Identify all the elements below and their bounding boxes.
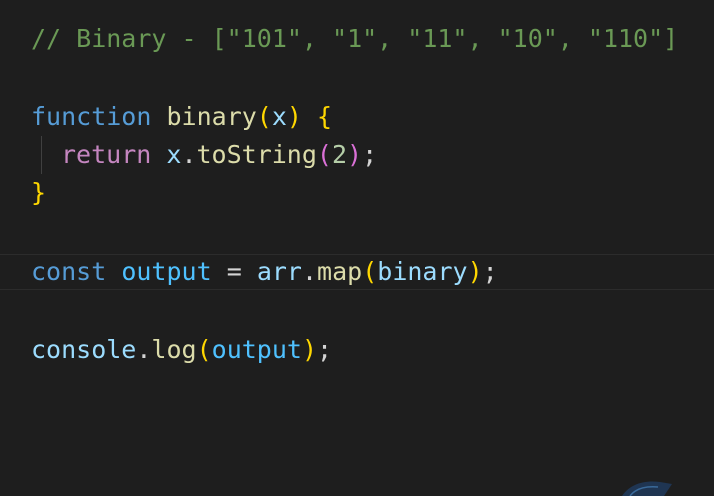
semicolon: ; [362,140,378,169]
keyword-function: function [31,102,152,131]
argument-name: binary [377,257,468,286]
code-editor[interactable]: // Binary - ["101", "1", "11", "10", "11… [0,0,714,496]
equals-operator: = [226,257,242,286]
comment-text: // Binary - ["101", "1", "11", "10", "11… [31,24,679,53]
code-line-4[interactable]: return x.toString(2); [31,136,377,174]
close-paren: ) [467,257,483,286]
keyword-const: const [31,257,107,286]
method-name: toString [196,140,317,169]
method-name: map [317,257,363,286]
constant-name: output [121,257,212,286]
semicolon: ; [317,335,333,364]
watermark-logo-icon [622,481,672,496]
close-brace: } [31,178,47,207]
object-name: console [31,335,137,364]
semicolon: ; [482,257,498,286]
open-paren: ( [316,140,332,169]
number-literal: 2 [331,140,348,169]
close-paren: ) [286,102,302,131]
code-line-5[interactable]: } [31,174,46,212]
close-paren: ) [301,335,318,364]
open-paren: ( [256,102,272,131]
dot: . [301,257,318,286]
open-brace: { [317,102,333,131]
dot: . [136,335,152,364]
param-name: x [271,102,287,131]
argument-name: output [211,335,302,364]
code-line-7[interactable]: const output = arr.map(binary); [31,253,498,291]
open-paren: ( [362,257,378,286]
code-line-1[interactable]: // Binary - ["101", "1", "11", "10", "11… [31,20,678,58]
close-paren: ) [347,140,363,169]
open-paren: ( [196,335,212,364]
dot: . [181,140,197,169]
method-name: log [151,335,197,364]
keyword-return: return [61,140,152,169]
object-name: x [166,140,182,169]
object-name: arr [256,257,302,286]
code-line-3[interactable]: function binary(x) { [31,98,332,136]
code-line-9[interactable]: console.log(output); [31,331,332,369]
function-name: binary [166,102,257,131]
